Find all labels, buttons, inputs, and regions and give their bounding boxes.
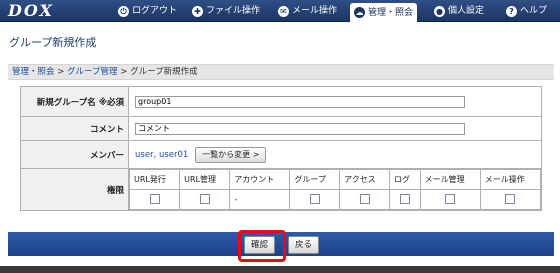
comment-label: コメント	[20, 116, 129, 141]
nav-mail-ops[interactable]: ✉ メール操作	[274, 2, 341, 20]
perm-mail-manage-label: メール管理	[419, 169, 481, 190]
breadcrumb-group-mgmt-link[interactable]: グループ管理	[67, 67, 118, 77]
nav-help[interactable]: ? ヘルプ	[502, 2, 551, 20]
breadcrumb-admin-link[interactable]: 管理・照会	[12, 67, 55, 77]
perm-group-checkbox[interactable]	[309, 193, 320, 204]
perm-access-checkbox[interactable]	[359, 193, 370, 204]
nav-logout-label: ログアウト	[132, 6, 178, 16]
logout-icon: ⏻	[118, 5, 129, 17]
perm-url-manage-checkbox[interactable]	[199, 193, 210, 204]
breadcrumb: 管理・照会 > グループ管理 > グループ新規作成	[8, 64, 554, 80]
permissions-grid: URL発行 URL管理 アカウント グループ アクセス ログ メール管理 メール…	[128, 169, 542, 210]
file-ops-icon: ✚	[192, 5, 203, 17]
group-form: 新規グループ名 ※必須 コメント メンバー user, user01 一覧から変…	[20, 86, 542, 211]
confirm-highlight-frame	[238, 230, 286, 262]
members-label: メンバー	[20, 140, 129, 169]
breadcrumb-current: グループ新規作成	[130, 67, 198, 77]
personal-settings-icon: ●	[434, 5, 445, 17]
members-value: user, user01	[135, 149, 189, 160]
perm-account-value: -	[229, 189, 291, 210]
breadcrumb-separator: >	[117, 67, 131, 77]
help-icon: ?	[506, 5, 517, 17]
page-title: グループ新規作成	[9, 36, 97, 49]
nav-logout[interactable]: ⏻ ログアウト	[114, 2, 181, 20]
nav-file-ops-label: ファイル操作	[206, 6, 261, 16]
top-nav-bar: DOX ⏻ ログアウト ✚ ファイル操作 ✉ メール操作 ☁ 管理・照会 ● 個…	[0, 0, 560, 22]
nav-personal-settings-label: 個人設定	[448, 6, 485, 16]
bottom-strip	[0, 266, 560, 273]
back-button[interactable]: 戻る	[288, 236, 320, 254]
nav-file-ops[interactable]: ✚ ファイル操作	[188, 2, 264, 20]
perm-url-issue-checkbox[interactable]	[149, 193, 160, 204]
nav-mail-ops-label: メール操作	[292, 6, 338, 16]
mail-icon: ✉	[278, 5, 289, 17]
nav-admin[interactable]: ☁ 管理・照会	[350, 3, 418, 22]
admin-icon: ☁	[354, 7, 365, 18]
perm-log-label: ログ	[389, 169, 421, 190]
nav-help-label: ヘルプ	[520, 6, 548, 16]
perm-url-manage-label: URL管理	[179, 169, 231, 190]
perm-mail-ops-checkbox[interactable]	[505, 193, 516, 204]
group-name-input[interactable]	[135, 95, 465, 108]
group-name-label: 新規グループ名 ※必須	[20, 86, 129, 117]
perm-mail-manage-checkbox[interactable]	[445, 193, 456, 204]
perm-access-label: アクセス	[339, 169, 390, 190]
app-logo: DOX	[8, 1, 54, 20]
comment-input[interactable]	[135, 122, 465, 135]
perm-url-issue-label: URL発行	[128, 169, 181, 190]
main-nav: ⏻ ログアウト ✚ ファイル操作 ✉ メール操作 ☁ 管理・照会 ● 個人設定 …	[110, 0, 560, 22]
perm-account-label: アカウント	[229, 169, 291, 190]
perm-mail-ops-label: メール操作	[479, 169, 542, 190]
perm-group-label: グループ	[289, 169, 341, 190]
nav-admin-label: 管理・照会	[368, 7, 414, 18]
nav-personal-settings[interactable]: ● 個人設定	[430, 2, 488, 20]
perm-log-checkbox[interactable]	[399, 193, 410, 204]
permissions-label: 権限	[20, 168, 129, 211]
change-members-button[interactable]: 一覧から変更 >	[195, 146, 267, 163]
breadcrumb-separator: >	[54, 67, 68, 77]
